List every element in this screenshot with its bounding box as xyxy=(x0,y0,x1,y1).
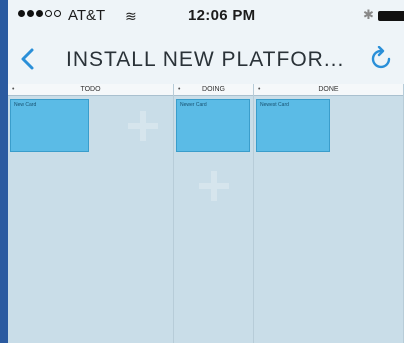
column-done: • DONE Newest Card xyxy=(254,84,404,343)
card[interactable]: Newer Card xyxy=(176,99,250,152)
bluetooth-icon: ✱ xyxy=(363,7,374,22)
back-chevron-icon[interactable] xyxy=(18,47,36,76)
page-title: INSTALL NEW PLATFOR... xyxy=(66,48,345,71)
column-title: TODO xyxy=(80,86,101,93)
card[interactable]: New Card xyxy=(10,99,89,152)
card-title: Newest Card xyxy=(260,102,289,108)
column-header: • TODO xyxy=(8,84,173,96)
wifi-icon: ≋ xyxy=(125,8,137,24)
add-card-hint-icon[interactable] xyxy=(194,166,234,206)
card-title: New Card xyxy=(14,102,37,108)
column-doing: • DOING Newer Card xyxy=(174,84,254,343)
add-card-hint-icon[interactable] xyxy=(123,106,163,146)
battery-icon xyxy=(378,11,404,21)
card[interactable]: Newest Card xyxy=(256,99,330,152)
column-menu-icon[interactable]: • xyxy=(258,84,260,95)
column-title: DONE xyxy=(318,86,339,93)
column-header: • DONE xyxy=(254,84,403,96)
navigation-bar: INSTALL NEW PLATFOR... xyxy=(8,34,404,84)
card-title: Newer Card xyxy=(180,102,207,108)
signal-strength-icon xyxy=(18,10,61,17)
refresh-icon[interactable] xyxy=(370,45,394,77)
carrier-name: AT&T xyxy=(68,7,106,24)
column-title: DOING xyxy=(202,86,225,93)
column-menu-icon[interactable]: • xyxy=(178,84,180,95)
status-bar: AT&T ≋ 12:06 PM ✱ xyxy=(8,0,404,34)
clock-time: 12:06 PM xyxy=(188,7,256,24)
column-menu-icon[interactable]: • xyxy=(12,84,14,95)
column-header: • DOING xyxy=(174,84,253,96)
kanban-board: • TODO New Card • DOING Newer Card • DON… xyxy=(8,84,404,343)
